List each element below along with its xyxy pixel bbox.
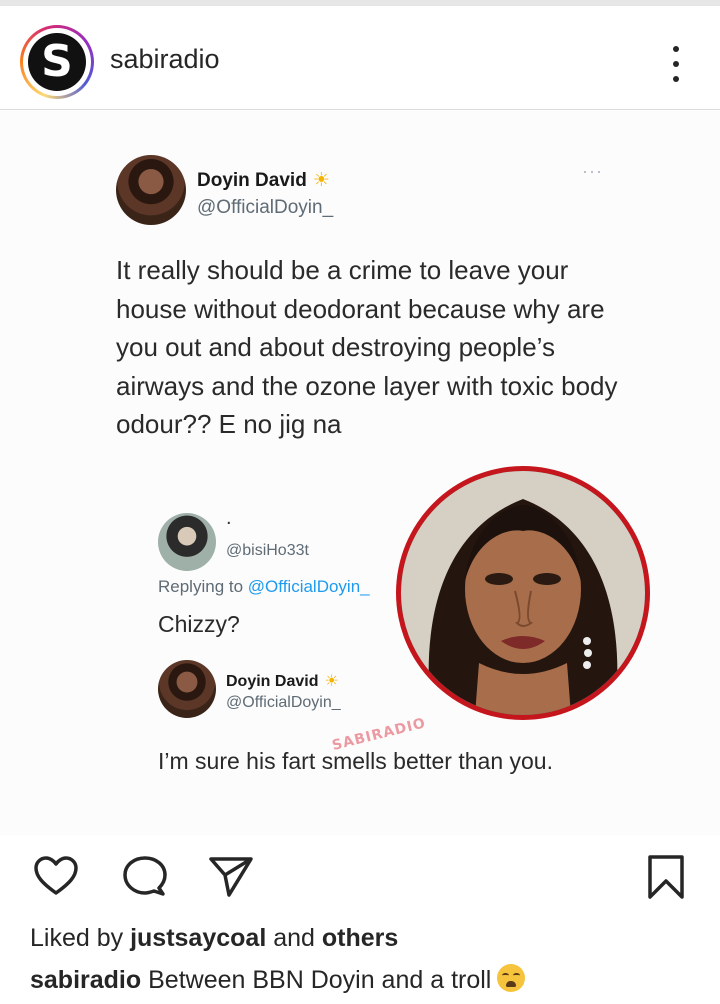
sabiradio-watermark: SABIRADIO bbox=[330, 715, 428, 754]
liked-by-user[interactable]: justsaycoal bbox=[130, 924, 266, 952]
paper-plane-icon[interactable] bbox=[207, 853, 255, 901]
comment-bubble-icon[interactable] bbox=[121, 853, 169, 901]
post-header: S sabiradio bbox=[0, 6, 720, 110]
liked-by-others[interactable]: others bbox=[322, 924, 398, 952]
portrait-photo bbox=[401, 471, 645, 715]
likes-summary: Liked by justsaycoal and others bbox=[30, 924, 399, 952]
caption-text: Between BBN Doyin and a troll bbox=[148, 966, 492, 994]
reply1-text: Chizzy? bbox=[158, 611, 240, 637]
reply2-author-name: Doyin David ☀ bbox=[226, 673, 339, 690]
sun-badge-icon: ☀ bbox=[324, 673, 339, 690]
reply2-author-handle: @OfficialDoyin_ bbox=[226, 694, 341, 711]
tweet-author-avatar bbox=[116, 155, 186, 225]
avatar-letter: S bbox=[28, 33, 86, 91]
tweet-more-icon: ··· bbox=[582, 161, 603, 181]
post-caption: sabiradio Between BBN Doyin and a troll bbox=[30, 964, 526, 995]
post-username[interactable]: sabiradio bbox=[110, 44, 220, 75]
tweet-text: It really should be a crime to leave you… bbox=[116, 255, 618, 439]
heart-icon[interactable] bbox=[32, 853, 80, 901]
reply1-avatar bbox=[158, 513, 216, 571]
profile-avatar[interactable]: S bbox=[20, 25, 94, 99]
reply1-handle: @bisiHo33t bbox=[226, 542, 309, 559]
replying-mention: @OfficialDoyin_ bbox=[247, 577, 370, 596]
post-image[interactable]: Doyin David ☀ @OfficialDoyin_ ··· It real… bbox=[0, 111, 720, 835]
action-bar bbox=[0, 835, 720, 915]
bookmark-icon[interactable] bbox=[642, 853, 690, 901]
more-options-icon[interactable] bbox=[664, 44, 688, 84]
caption-username[interactable]: sabiradio bbox=[30, 966, 141, 994]
reply2-avatar bbox=[158, 660, 216, 718]
tweet-author-handle: @OfficialDoyin_ bbox=[197, 197, 334, 218]
tweet-author-name: Doyin David ☀ bbox=[197, 170, 330, 191]
sun-badge-icon: ☀ bbox=[312, 170, 330, 191]
weary-face-emoji-icon bbox=[497, 964, 526, 992]
photo-inset-ring bbox=[396, 466, 650, 720]
reply1-display-name: . bbox=[226, 507, 232, 529]
portrait-illustration bbox=[401, 471, 645, 715]
replying-to-line: Replying to @OfficialDoyin_ bbox=[158, 577, 370, 596]
